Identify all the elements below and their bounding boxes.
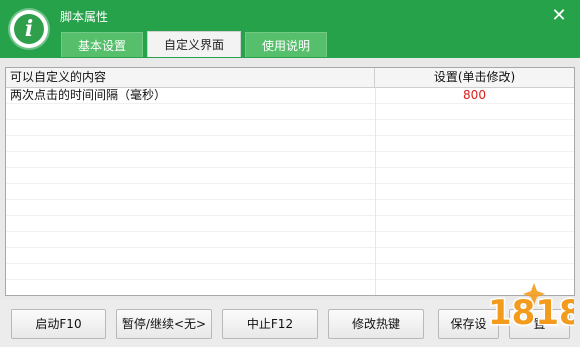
tab-bar: 基本设置 自定义界面 使用说明 <box>61 31 328 58</box>
start-f10-label: 启动F10 <box>35 317 82 331</box>
pause-resume-label: 暂停/继续<无> <box>121 317 207 331</box>
info-app-icon: i <box>10 10 48 48</box>
custom-settings-grid: 可以自定义的内容 设置(单击修改) 两次点击的时间间隔（毫秒） 800 <box>5 67 575 296</box>
tab-basic-settings[interactable]: 基本设置 <box>61 32 144 57</box>
titlebar: i 脚本属性 ✕ 基本设置 自定义界面 使用说明 <box>0 0 580 58</box>
tab-basic-settings-label: 基本设置 <box>78 38 127 53</box>
table-row[interactable]: 两次点击的时间间隔（毫秒） 800 <box>6 88 574 104</box>
stop-f12-button[interactable]: 中止F12 <box>222 309 318 339</box>
tab-custom-interface[interactable]: 自定义界面 <box>147 31 242 57</box>
save-settings-label: 保存设 <box>450 317 487 331</box>
start-f10-button[interactable]: 启动F10 <box>11 309 106 339</box>
stop-f12-label: 中止F12 <box>246 317 294 331</box>
tab-usage-instructions-label: 使用说明 <box>262 38 311 53</box>
modify-hotkey-button[interactable]: 修改热键 <box>328 309 424 339</box>
grid-header: 可以自定义的内容 设置(单击修改) <box>6 68 574 88</box>
tab-usage-instructions[interactable]: 使用说明 <box>245 32 328 57</box>
setting-name-cell: 两次点击的时间间隔（毫秒） <box>10 88 167 102</box>
save-settings-button[interactable]: 保存设 <box>438 309 499 339</box>
close-icon: ✕ <box>551 5 567 26</box>
partially-hidden-button[interactable]: 置 <box>509 309 570 339</box>
close-button[interactable]: ✕ <box>550 7 568 25</box>
modify-hotkey-label: 修改热键 <box>351 317 400 331</box>
pause-resume-button[interactable]: 暂停/继续<无> <box>116 309 212 339</box>
script-properties-window: i 脚本属性 ✕ 基本设置 自定义界面 使用说明 可以自定义的内容 设置(单击修… <box>0 0 580 347</box>
tab-custom-interface-label: 自定义界面 <box>164 38 225 52</box>
column-header-content: 可以自定义的内容 <box>6 68 375 88</box>
info-icon-letter: i <box>14 14 44 44</box>
grid-body: 两次点击的时间间隔（毫秒） 800 <box>6 88 574 295</box>
setting-value-cell[interactable]: 800 <box>375 88 574 104</box>
column-header-setting: 设置(单击修改) <box>433 70 516 84</box>
action-button-bar: 启动F10 暂停/继续<无> 中止F12 修改热键 保存设 置 <box>0 300 580 347</box>
partially-hidden-label: 置 <box>533 317 546 331</box>
window-title: 脚本属性 <box>60 10 109 24</box>
